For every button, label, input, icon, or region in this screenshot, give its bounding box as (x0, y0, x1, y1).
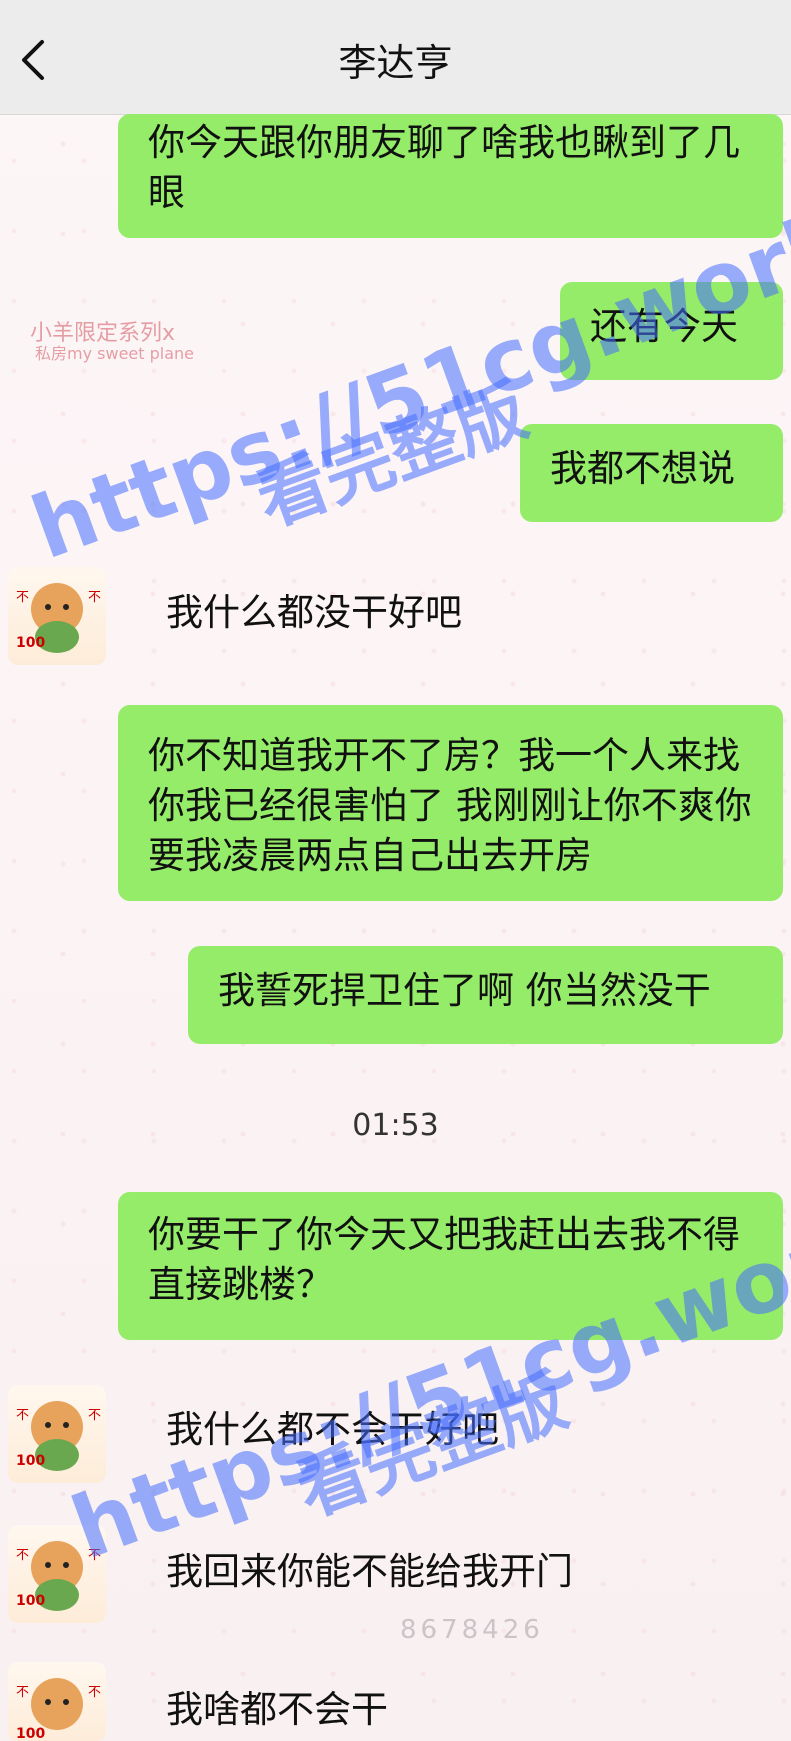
background-sticker-subtitle: 私房my sweet plane (35, 344, 195, 363)
avatar[interactable]: 不 不 100 (8, 1385, 106, 1483)
svg-text:不: 不 (88, 1408, 101, 1423)
svg-text:100: 100 (16, 1453, 45, 1469)
message-bubble-sent[interactable]: 你要干了你今天又把我赶出去我不得直接跳楼？ (118, 1192, 783, 1340)
svg-text:不: 不 (88, 1548, 101, 1563)
message-received[interactable]: 我啥都不会干 (166, 1685, 388, 1735)
message-bubble-sent[interactable]: 我都不想说 (520, 424, 783, 522)
svg-text:不: 不 (16, 1408, 29, 1423)
message-bubble-sent[interactable]: 我誓死捍卫住了啊 你当然没干 (188, 946, 783, 1044)
contact-name: 李达亨 (338, 41, 453, 85)
message-timestamp: 01:53 (352, 1108, 439, 1143)
message-bubble-sent[interactable]: 你今天跟你朋友聊了啥我也瞅到了几眼 (118, 114, 783, 238)
message-bubble-sent[interactable]: 你不知道我开不了房？我一个人来找你我已经很害怕了 我刚刚让你不爽你要我凌晨两点自… (118, 705, 783, 901)
svg-text:100: 100 (16, 635, 45, 651)
message-received[interactable]: 我什么都不会干好吧 (166, 1405, 499, 1455)
chat-header: 李达亨 (0, 0, 791, 115)
svg-text:不: 不 (16, 1548, 29, 1563)
svg-text:100: 100 (16, 1593, 45, 1609)
svg-text:不: 不 (16, 590, 29, 605)
avatar[interactable]: 不 不 100 (8, 1662, 106, 1741)
svg-text:100: 100 (16, 1726, 45, 1741)
svg-text:不: 不 (88, 1685, 101, 1700)
message-received[interactable]: 我什么都没干好吧 (166, 588, 462, 638)
message-received[interactable]: 我回来你能不能给我开门 (166, 1547, 573, 1597)
message-bubble-sent[interactable]: 还有今天 (560, 282, 783, 380)
background-sticker-number: 8678426 (400, 1615, 544, 1645)
avatar[interactable]: 不 不 100 (8, 1525, 106, 1623)
avatar[interactable]: 不 不 100 (8, 567, 106, 665)
svg-text:不: 不 (16, 1685, 29, 1700)
svg-text:不: 不 (88, 590, 101, 605)
